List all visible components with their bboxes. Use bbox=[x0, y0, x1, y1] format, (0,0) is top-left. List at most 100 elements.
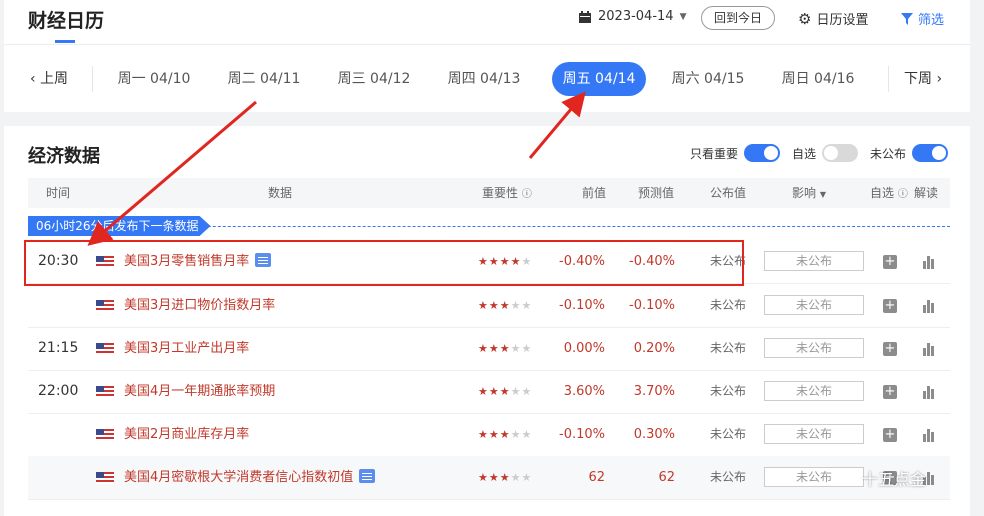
prev-week-button[interactable]: ‹ 上周 bbox=[30, 62, 68, 96]
watermark: 十五点金 bbox=[862, 470, 927, 489]
toggle-label: 未公布 bbox=[870, 146, 907, 161]
day-tab-thu[interactable]: 周四 04/13 bbox=[434, 62, 534, 96]
previous-value: -0.10% bbox=[559, 427, 605, 442]
add-watch-button[interactable]: + bbox=[883, 385, 897, 399]
date-picker[interactable]: 2023-04-14 ▼ bbox=[578, 9, 686, 24]
day-tab-sat[interactable]: 周六 04/15 bbox=[658, 62, 758, 96]
highlight-box bbox=[24, 240, 744, 286]
bar-chart-icon[interactable] bbox=[922, 385, 936, 399]
chevron-right-icon: › bbox=[936, 71, 943, 87]
next-week-button[interactable]: 下周 › bbox=[904, 62, 942, 96]
previous-value: -0.10% bbox=[559, 298, 605, 313]
us-flag-icon bbox=[96, 472, 114, 484]
actual-value: 未公布 bbox=[710, 470, 747, 484]
chevron-left-icon: ‹ bbox=[30, 71, 36, 87]
info-icon: ⓘ bbox=[897, 189, 908, 200]
importance-stars: ★★★★★ bbox=[478, 299, 533, 312]
indicator-link[interactable]: 美国4月密歇根大学消费者信心指数初值 bbox=[124, 456, 376, 499]
indicator-link[interactable]: 美国4月一年期通胀率预期 bbox=[124, 370, 275, 413]
toggle-switch[interactable] bbox=[822, 144, 859, 162]
current-date: 2023-04-14 bbox=[598, 9, 674, 24]
bar-chart-icon[interactable] bbox=[922, 342, 936, 356]
col-previous: 前值 bbox=[582, 186, 607, 200]
importance-stars: ★★★★★ bbox=[478, 471, 533, 484]
forecast-value: 62 bbox=[658, 470, 675, 485]
page-title: 财经日历 bbox=[28, 10, 105, 32]
bar-chart-icon[interactable] bbox=[922, 255, 936, 269]
filter-label: 筛选 bbox=[918, 13, 945, 28]
day-tab-sun[interactable]: 周日 04/16 bbox=[768, 62, 868, 96]
col-importance: 重要性 ⓘ bbox=[482, 186, 532, 200]
add-watch-button[interactable]: + bbox=[883, 428, 897, 442]
bar-chart-icon[interactable] bbox=[922, 299, 936, 313]
day-tab-tue[interactable]: 周二 04/11 bbox=[214, 62, 314, 96]
header-divider bbox=[4, 44, 970, 45]
table-row[interactable]: 21:15 美国3月工业产出月率 ★★★★★ 0.00% 0.20% 未公布 未… bbox=[28, 327, 950, 371]
section-title: 经济数据 bbox=[28, 146, 100, 167]
row-time: 21:15 bbox=[38, 340, 79, 356]
forecast-value: 3.70% bbox=[633, 384, 675, 399]
toggle-important-only[interactable]: 只看重要 bbox=[690, 144, 781, 162]
gear-icon: ⚙ bbox=[798, 9, 812, 28]
calendar-header-panel: 财经日历 2023-04-14 ▼ 回到今日 ⚙ 日历设置 筛选 ‹ 上周 周一… bbox=[4, 0, 970, 112]
nav-divider bbox=[92, 66, 93, 92]
economic-data-panel: 经济数据 只看重要 自选 未公布 时间 数据 重要性 ⓘ 前值 预测值 公布值 … bbox=[4, 126, 970, 516]
settings-label: 日历设置 bbox=[816, 13, 869, 28]
add-watch-button[interactable]: + bbox=[883, 255, 897, 269]
day-tab-fri[interactable]: 周五 04/14 bbox=[552, 62, 646, 96]
prev-week-label: 上周 bbox=[40, 71, 69, 87]
caret-down-icon: ▼ bbox=[819, 190, 826, 199]
forecast-value: 0.20% bbox=[633, 341, 675, 356]
impact-box: 未公布 bbox=[764, 251, 864, 271]
calendar-settings-button[interactable]: ⚙ 日历设置 bbox=[798, 9, 869, 29]
col-explain: 解读 bbox=[914, 186, 939, 200]
previous-value: 62 bbox=[588, 470, 605, 485]
add-watch-button[interactable]: + bbox=[883, 299, 897, 313]
table-row[interactable]: 美国3月进口物价指数月率 ★★★★★ -0.10% -0.10% 未公布 未公布… bbox=[28, 284, 950, 328]
week-day-nav: ‹ 上周 周一 04/10 周二 04/11 周三 04/12 周四 04/13… bbox=[4, 62, 970, 96]
us-flag-icon bbox=[96, 343, 114, 355]
next-week-label: 下周 bbox=[904, 71, 932, 87]
actual-value: 未公布 bbox=[710, 384, 747, 398]
day-tab-mon[interactable]: 周一 04/10 bbox=[104, 62, 204, 96]
funnel-icon bbox=[901, 12, 913, 25]
forecast-value: 0.30% bbox=[633, 427, 675, 442]
table-row[interactable]: 美国4月密歇根大学消费者信心指数初值 ★★★★★ 62 62 未公布 未公布 + bbox=[28, 456, 950, 500]
filter-button[interactable]: 筛选 bbox=[901, 9, 944, 28]
table-row[interactable]: 美国2月商业库存月率 ★★★★★ -0.10% 0.30% 未公布 未公布 + bbox=[28, 413, 950, 457]
us-flag-icon bbox=[96, 386, 114, 398]
importance-stars: ★★★★★ bbox=[478, 385, 533, 398]
document-icon[interactable] bbox=[359, 469, 376, 483]
table-row[interactable]: 22:00 美国4月一年期通胀率预期 ★★★★★ 3.60% 3.70% 未公布… bbox=[28, 370, 950, 414]
previous-value: 3.60% bbox=[563, 384, 605, 399]
toggle-label: 只看重要 bbox=[690, 146, 739, 161]
toggle-switch[interactable] bbox=[744, 144, 781, 162]
back-to-today-button[interactable]: 回到今日 bbox=[701, 6, 775, 30]
us-flag-icon bbox=[96, 429, 114, 441]
us-flag-icon bbox=[96, 300, 114, 312]
add-watch-button[interactable]: + bbox=[883, 342, 897, 356]
actual-value: 未公布 bbox=[710, 427, 747, 441]
day-tab-wed[interactable]: 周三 04/12 bbox=[324, 62, 424, 96]
toggle-label: 自选 bbox=[792, 146, 817, 161]
col-actual: 公布值 bbox=[710, 186, 747, 200]
toggle-unpublished[interactable]: 未公布 bbox=[870, 144, 949, 162]
importance-stars: ★★★★★ bbox=[478, 342, 533, 355]
actual-value: 未公布 bbox=[710, 341, 747, 355]
impact-box: 未公布 bbox=[764, 295, 864, 315]
impact-box: 未公布 bbox=[764, 338, 864, 358]
impact-box: 未公布 bbox=[764, 467, 864, 487]
toggle-watchlist[interactable]: 自选 bbox=[792, 144, 859, 162]
importance-stars: ★★★★★ bbox=[478, 428, 533, 441]
bar-chart-icon[interactable] bbox=[922, 428, 936, 442]
toggle-switch[interactable] bbox=[912, 144, 949, 162]
indicator-link[interactable]: 美国2月商业库存月率 bbox=[124, 413, 249, 456]
indicator-link[interactable]: 美国3月进口物价指数月率 bbox=[124, 284, 275, 327]
caret-down-icon: ▼ bbox=[679, 11, 687, 22]
indicator-link[interactable]: 美国3月工业产出月率 bbox=[124, 327, 249, 370]
col-impact[interactable]: 影响 ▼ bbox=[792, 178, 826, 210]
nav-divider bbox=[888, 66, 889, 92]
col-watch: 自选 ⓘ bbox=[870, 186, 908, 200]
col-data: 数据 bbox=[268, 186, 293, 200]
next-release-countdown: 06小时26分后发布下一条数据 bbox=[28, 216, 211, 236]
